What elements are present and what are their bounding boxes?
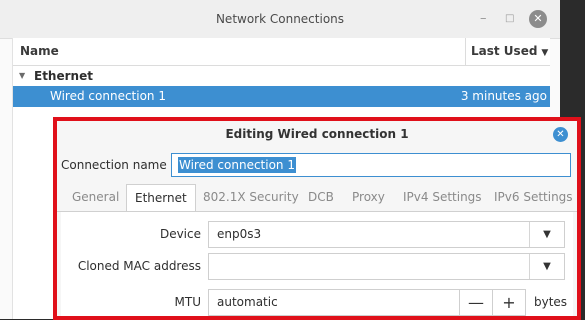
- column-header-name[interactable]: Name: [20, 38, 59, 65]
- mtu-increment-button[interactable]: +: [492, 289, 526, 316]
- ethernet-settings-pane: Device enp0s3 ▼ Cloned MAC address ▼ MTU…: [61, 212, 573, 316]
- connection-name-label: Connection name: [61, 158, 167, 172]
- device-value: enp0s3: [217, 227, 262, 241]
- tab-general[interactable]: General: [72, 184, 119, 211]
- sort-descending-icon: ▼: [541, 48, 549, 58]
- device-label: Device: [159, 227, 201, 241]
- close-icon[interactable]: ✕: [529, 10, 547, 28]
- column-divider[interactable]: [465, 38, 466, 65]
- mtu-value: automatic: [217, 295, 278, 309]
- expander-icon[interactable]: ▼: [19, 67, 25, 85]
- tab-bar: General Ethernet 802.1X Security DCB Pro…: [57, 184, 577, 212]
- group-label: Ethernet: [34, 69, 93, 83]
- tab-ipv4-settings[interactable]: IPv4 Settings: [403, 184, 482, 211]
- mtu-label: MTU: [174, 295, 201, 309]
- tab-ethernet[interactable]: Ethernet: [126, 184, 196, 211]
- tab-proxy[interactable]: Proxy: [352, 184, 385, 211]
- tab-ipv6-settings[interactable]: IPv6 Settings: [494, 184, 573, 211]
- maximize-icon[interactable]: □: [505, 0, 514, 38]
- minimize-icon[interactable]: –: [480, 0, 487, 38]
- mtu-unit-label: bytes: [534, 295, 568, 309]
- column-header-last-used-label: Last Used: [471, 44, 538, 58]
- connection-last-used: 3 minutes ago: [460, 89, 547, 103]
- cloned-mac-combobox[interactable]: ▼: [208, 253, 565, 280]
- chevron-down-icon[interactable]: ▼: [529, 222, 564, 247]
- window-title: Network Connections: [215, 12, 345, 26]
- connection-name: Wired connection 1: [50, 89, 166, 103]
- mtu-decrement-button[interactable]: —: [459, 289, 493, 316]
- chevron-down-icon[interactable]: ▼: [529, 254, 564, 279]
- edit-connection-dialog: Editing Wired connection 1 ✕ Connection …: [53, 117, 581, 320]
- device-combobox[interactable]: enp0s3 ▼: [208, 221, 565, 248]
- tab-8021x-security[interactable]: 802.1X Security: [203, 184, 299, 211]
- connection-name-value: Wired connection 1: [178, 157, 296, 173]
- group-row-ethernet[interactable]: ▼ Ethernet: [13, 67, 550, 85]
- dialog-title: Editing Wired connection 1: [225, 127, 409, 141]
- column-header-last-used[interactable]: Last Used ▼: [471, 38, 548, 67]
- list-item-wired-connection-1[interactable]: Wired connection 1 3 minutes ago: [13, 86, 550, 107]
- mtu-input[interactable]: automatic: [208, 289, 460, 316]
- close-icon[interactable]: ✕: [553, 127, 568, 142]
- connection-name-input[interactable]: Wired connection 1: [171, 153, 571, 177]
- cloned-mac-label: Cloned MAC address: [77, 259, 201, 273]
- tab-dcb[interactable]: DCB: [308, 184, 334, 211]
- window-titlebar[interactable]: Network Connections – □ ✕: [0, 0, 560, 39]
- list-header: Name Last Used ▼: [13, 38, 550, 66]
